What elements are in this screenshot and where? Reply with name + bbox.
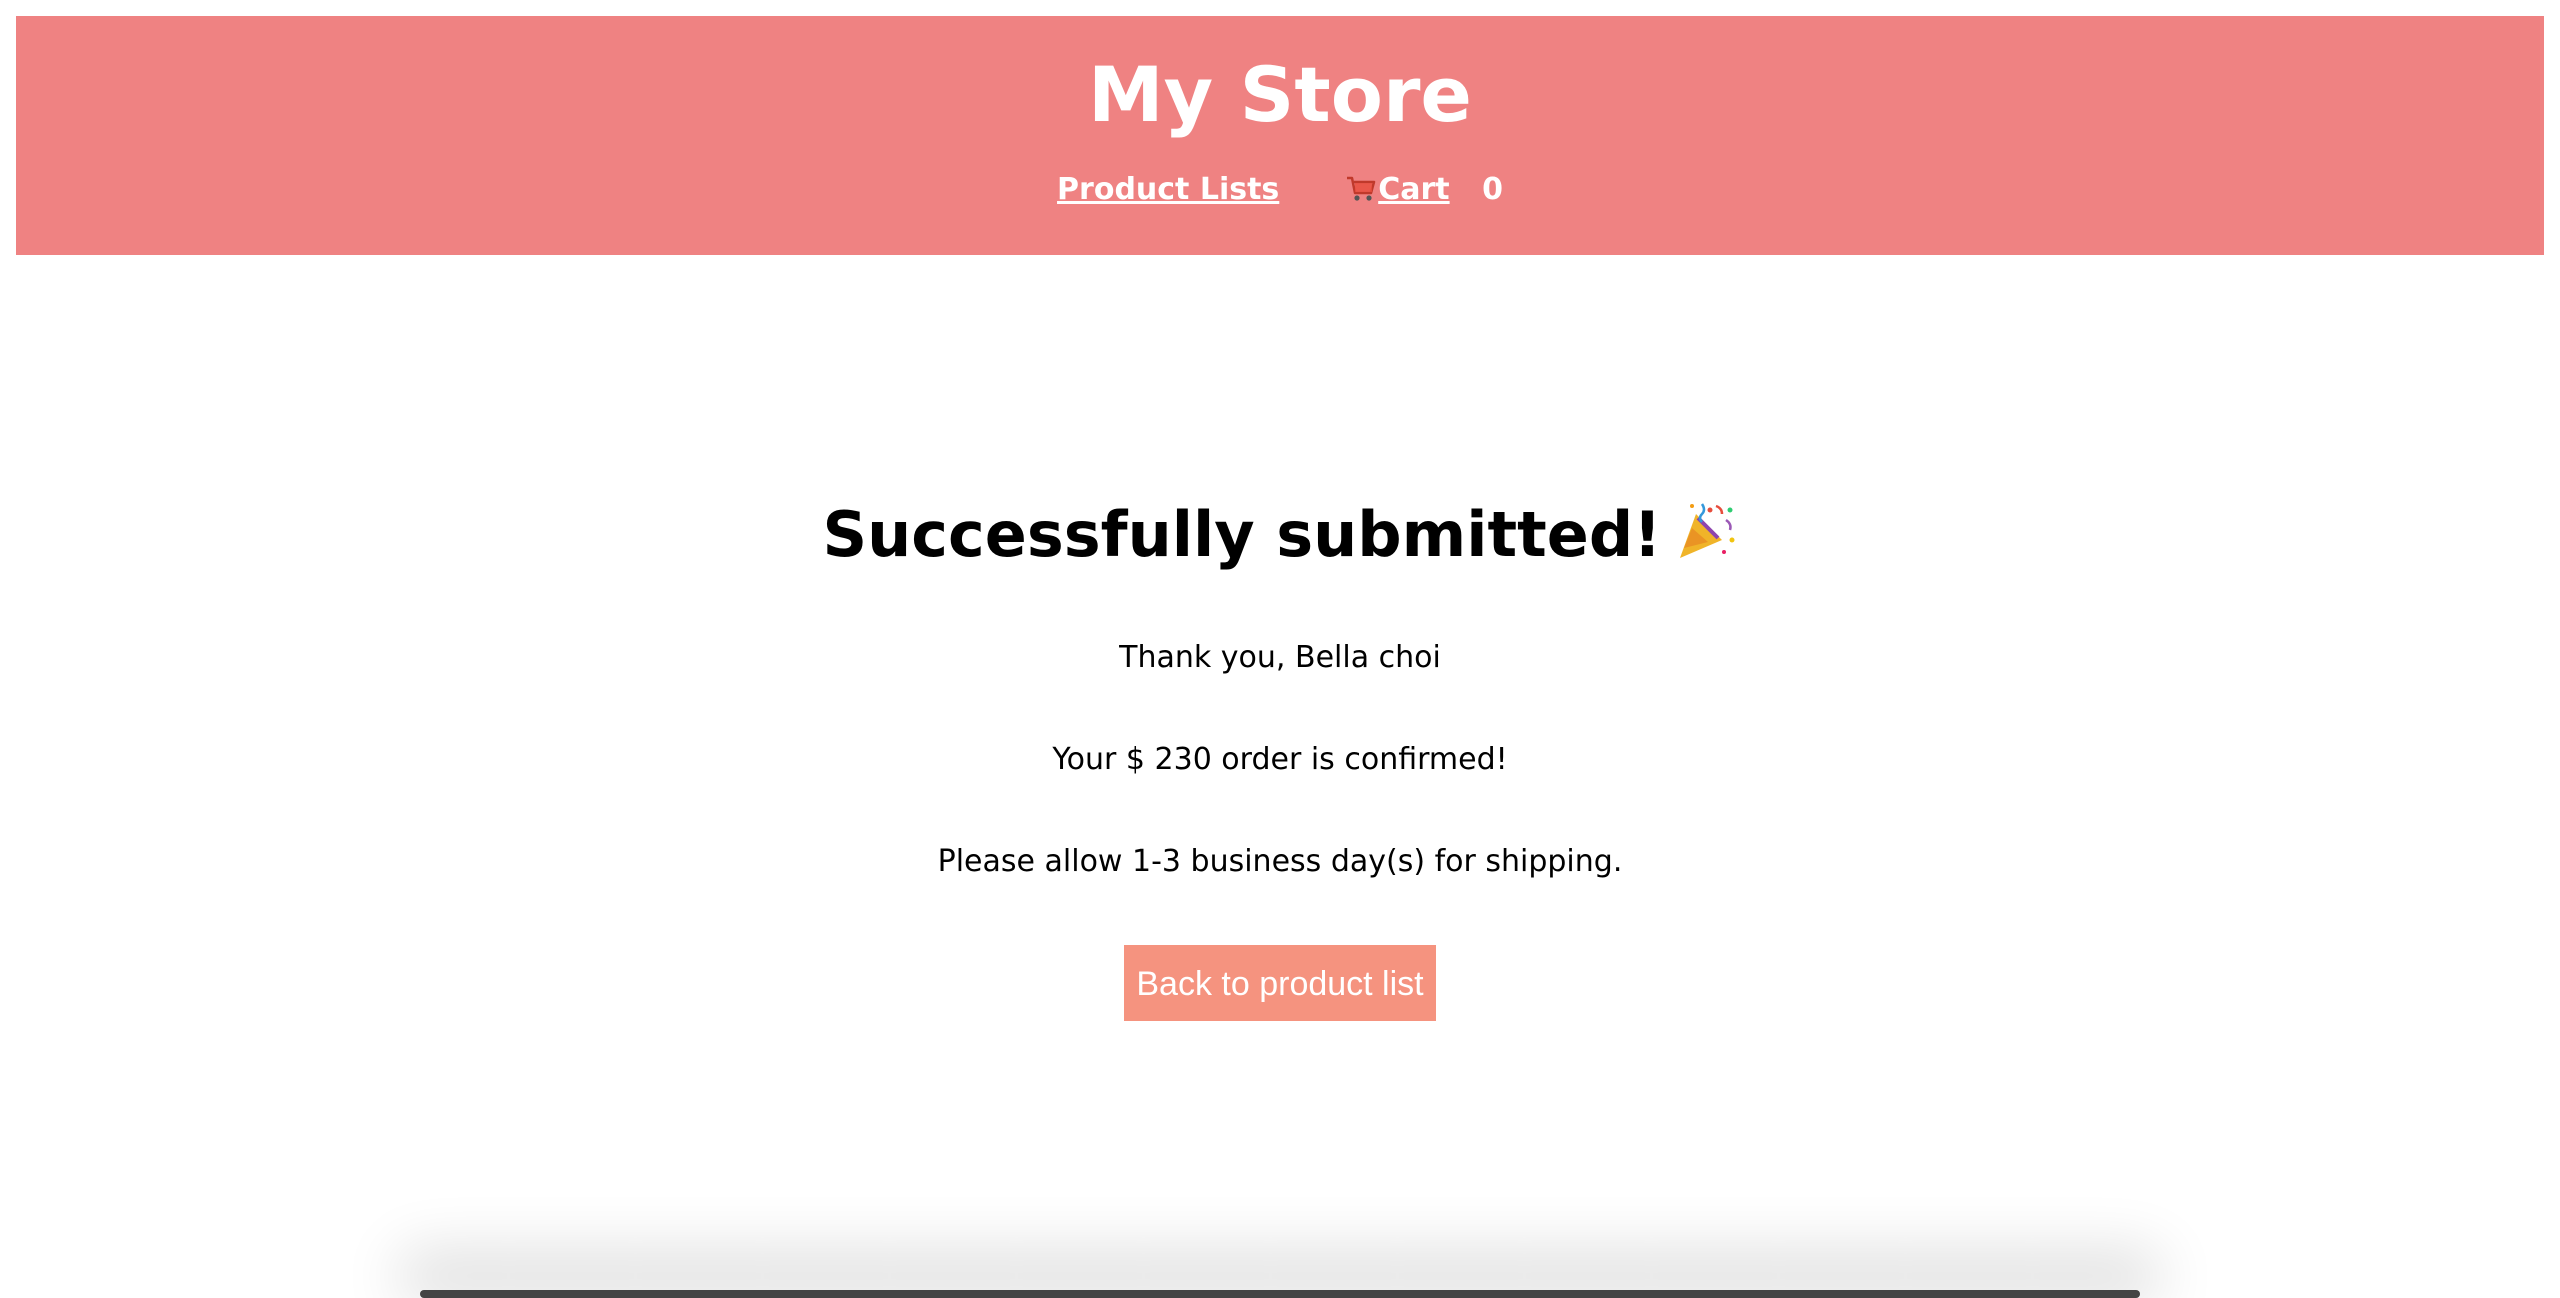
nav-cart-link[interactable]: Cart — [1378, 172, 1449, 207]
nav-product-lists-link[interactable]: Product Lists — [1057, 172, 1279, 207]
confirmation-section: Successfully submitted! Thank you, Bella… — [0, 490, 2560, 1021]
confirmation-title: Successfully submitted! — [822, 498, 1662, 571]
back-to-product-list-button[interactable]: Back to product list — [1124, 945, 1436, 1021]
shipping-message: Please allow 1-3 business day(s) for shi… — [937, 844, 1623, 879]
party-popper-icon — [1674, 496, 1738, 586]
main-nav: Product Lists Cart 0 — [16, 172, 2544, 211]
shopping-cart-icon[interactable] — [1346, 175, 1376, 211]
store-title: My Store — [1088, 50, 1472, 139]
thank-you-message: Thank you, Bella choi — [1119, 640, 1441, 675]
site-header: My Store Product Lists Cart 0 — [16, 16, 2544, 255]
order-confirmed-message: Your $ 230 order is confirmed! — [1052, 742, 1508, 777]
cart-count-badge: 0 — [1482, 172, 1503, 207]
bottom-panel-edge — [420, 1290, 2140, 1298]
confirmation-heading: Successfully submitted! — [0, 490, 2560, 586]
